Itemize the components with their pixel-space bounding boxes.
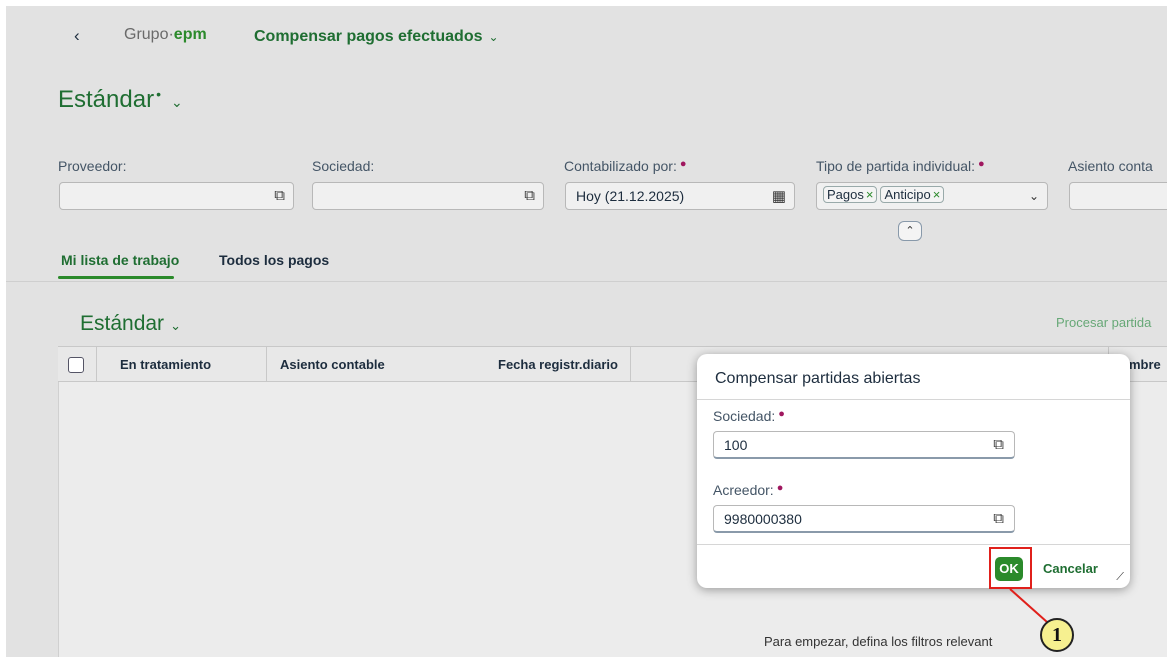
screenshot-frame: ‹ Grupo·epm Compensar pagos efectuados ⌄ … [0, 0, 1167, 657]
step-badge: 1 [1040, 618, 1074, 652]
callout-line [1009, 588, 1048, 623]
